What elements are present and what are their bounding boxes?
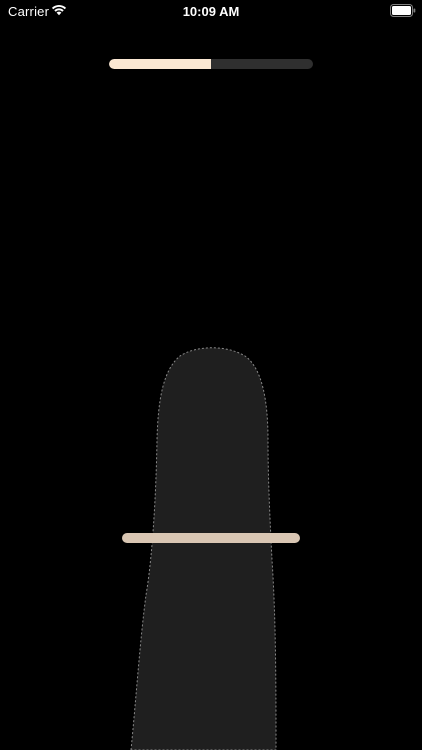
finger-silhouette [130,347,277,750]
ring-size-marker[interactable] [122,533,300,543]
finger-outline [130,347,277,750]
